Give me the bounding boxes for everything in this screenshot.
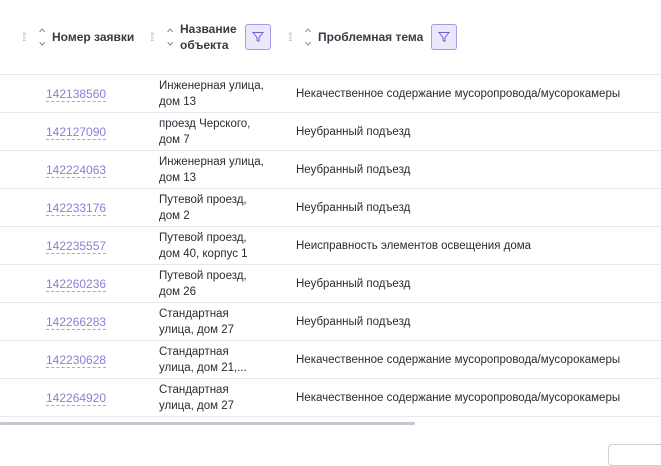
request-number-link[interactable]: 142127090: [46, 113, 107, 151]
request-number-link[interactable]: 142235557: [46, 227, 107, 265]
problem-topic: Некачественное содержание мусоропровода/…: [296, 88, 621, 100]
table-row[interactable]: 142235557 Путевой проезд, дом 40, корпус …: [0, 227, 661, 265]
problem-topic: Неубранный подъезд: [296, 126, 411, 138]
table-row[interactable]: 142230628 Стандартная улица, дом 21,... Н…: [0, 341, 661, 379]
request-number-link[interactable]: 142138560: [46, 75, 107, 113]
table-row[interactable]: 142260236 Путевой проезд, дом 26 Неубранн…: [0, 265, 661, 303]
table-row[interactable]: 142127090 проезд Черского, дом 7 Неубранн…: [0, 113, 661, 151]
request-number-link[interactable]: 142266283: [46, 303, 107, 341]
filter-button-object[interactable]: [244, 24, 271, 50]
object-name: Путевой проезд, дом 2: [159, 194, 247, 222]
column-title-topic: Проблемная тема: [318, 30, 424, 44]
drag-handle-icon[interactable]: ⁞⁞: [22, 30, 34, 44]
table-row[interactable]: 142138560 Инженерная улица, дом 13 Некаче…: [0, 75, 661, 113]
column-header-topic[interactable]: ⁞⁞ ^ ^ Проблемная тема: [288, 0, 458, 74]
column-title-object-line1: Название: [180, 22, 237, 36]
column-header-number[interactable]: ⁞⁞ ^ ^ Номер заявки: [22, 0, 134, 74]
request-number-link[interactable]: 142260236: [46, 265, 107, 303]
column-title-object: Название объекта: [180, 21, 237, 53]
request-number-link[interactable]: 142230628: [46, 341, 107, 379]
object-name: Инженерная улица, дом 13: [159, 156, 264, 184]
object-name: Инженерная улица, дом 13: [159, 80, 264, 108]
request-number-link[interactable]: 142264920: [46, 379, 107, 417]
object-name: Путевой проезд, дом 26: [159, 270, 247, 298]
problem-topic: Некачественное содержание мусоропровода/…: [296, 354, 621, 366]
problem-topic: Неисправность элементов освещения дома: [296, 240, 532, 252]
request-number-link[interactable]: 142233176: [46, 189, 107, 227]
table-row[interactable]: 142233176 Путевой проезд, дом 2 Неубранны…: [0, 189, 661, 227]
pagination-control[interactable]: [608, 444, 661, 466]
filter-icon: [438, 32, 451, 43]
table-header: ⁞⁞ ^ ^ Номер заявки ⁞⁞ ^ ^ Название объект…: [0, 0, 661, 75]
object-name: Путевой проезд, дом 40, корпус 1: [159, 232, 248, 260]
object-name: проезд Черского, дом 7: [159, 118, 251, 146]
problem-topic: Неубранный подъезд: [296, 278, 411, 290]
object-name: Стандартная улица, дом 27: [159, 384, 235, 412]
object-name: Стандартная улица, дом 27: [159, 308, 235, 336]
table-row[interactable]: 142264920 Стандартная улица, дом 27 Некач…: [0, 379, 661, 417]
horizontal-scrollbar[interactable]: [0, 422, 415, 425]
filter-button-topic[interactable]: [431, 24, 458, 50]
request-number-link[interactable]: 142224063: [46, 151, 107, 189]
problem-topic: Неубранный подъезд: [296, 316, 411, 328]
sort-icon[interactable]: ^ ^: [36, 28, 48, 48]
drag-handle-icon[interactable]: ⁞⁞: [150, 30, 162, 44]
drag-handle-icon[interactable]: ⁞⁞: [288, 30, 300, 44]
sort-icon[interactable]: ^ ^: [302, 28, 314, 48]
object-name: Стандартная улица, дом 21,...: [159, 346, 247, 374]
column-header-object[interactable]: ⁞⁞ ^ ^ Название объекта: [150, 0, 271, 74]
problem-topic: Неубранный подъезд: [296, 202, 411, 214]
column-title-object-line2: объекта: [180, 38, 229, 52]
column-title-number: Номер заявки: [52, 30, 135, 44]
table-row[interactable]: 142266283 Стандартная улица, дом 27 Неубр…: [0, 303, 661, 341]
table-row[interactable]: 142224063 Инженерная улица, дом 13 Неубра…: [0, 151, 661, 189]
problem-topic: Неубранный подъезд: [296, 164, 411, 176]
sort-icon[interactable]: ^ ^: [164, 28, 176, 48]
problem-topic: Некачественное содержание мусоропровода/…: [296, 392, 621, 404]
filter-icon: [251, 32, 264, 43]
